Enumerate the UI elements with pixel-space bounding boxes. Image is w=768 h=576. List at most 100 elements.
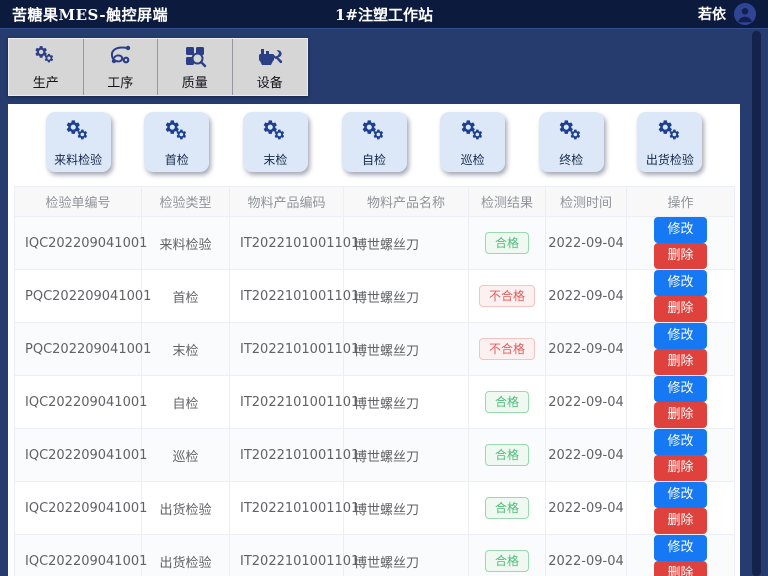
inspection-button-5[interactable]: 终检 bbox=[539, 112, 604, 172]
cell-date: 2022-09-04 bbox=[546, 270, 627, 323]
app-title: 苦糖果MES-触控屏端 bbox=[12, 4, 168, 25]
inspection-button-0[interactable]: 来料检验 bbox=[46, 112, 111, 172]
delete-button[interactable]: 删除 bbox=[654, 296, 706, 322]
cell-material-name: 博世螺丝刀 bbox=[344, 323, 469, 376]
inspection-button-4[interactable]: 巡检 bbox=[440, 112, 505, 172]
tab-production[interactable]: 生产 bbox=[9, 39, 84, 95]
inspection-button-label: 首检 bbox=[165, 151, 189, 168]
inspection-button-1[interactable]: 首检 bbox=[144, 112, 209, 172]
cell-material-name: 博世螺丝刀 bbox=[344, 217, 469, 270]
cell-inspection-type: 出货检验 bbox=[142, 535, 230, 576]
pass-badge: 合格 bbox=[485, 391, 529, 413]
table-row: PQC202209041001首检IT2022101001101博世螺丝刀不合格… bbox=[15, 270, 735, 323]
column-header: 检测结果 bbox=[469, 187, 546, 217]
column-header: 检验单编号 bbox=[15, 187, 142, 217]
inspection-button-row: 来料检验 首检 末检 自检 bbox=[8, 112, 740, 180]
edit-button[interactable]: 修改 bbox=[654, 376, 706, 402]
table-row: PQC202209041001末检IT2022101001101博世螺丝刀不合格… bbox=[15, 323, 735, 376]
cell-date: 2022-09-04 bbox=[546, 376, 627, 429]
username: 若依 bbox=[698, 4, 726, 24]
content-panel: 来料检验 首检 末检 自检 bbox=[8, 104, 740, 576]
edit-button[interactable]: 修改 bbox=[654, 323, 706, 349]
cell-result: 合格 bbox=[469, 482, 546, 535]
pass-badge: 合格 bbox=[485, 497, 529, 519]
cell-result: 不合格 bbox=[469, 323, 546, 376]
inspection-button-2[interactable]: 末检 bbox=[243, 112, 308, 172]
cell-material-code: IT2022101001101 bbox=[230, 535, 344, 576]
inspection-table-wrap: 检验单编号检验类型物料产品编码物料产品名称检测结果检测时间操作 IQC20220… bbox=[14, 186, 734, 576]
cell-date: 2022-09-04 bbox=[546, 217, 627, 270]
edit-button[interactable]: 修改 bbox=[654, 270, 706, 296]
edit-button[interactable]: 修改 bbox=[654, 535, 706, 561]
cell-inspection-type: 巡检 bbox=[142, 429, 230, 482]
cell-actions: 修改删除 bbox=[627, 482, 735, 535]
cell-actions: 修改删除 bbox=[627, 323, 735, 376]
tab-equipment[interactable]: 设备 bbox=[233, 39, 308, 95]
inspection-button-3[interactable]: 自检 bbox=[342, 112, 407, 172]
column-header: 物料产品名称 bbox=[344, 187, 469, 217]
double-gear-icon bbox=[163, 118, 191, 151]
cell-result: 合格 bbox=[469, 376, 546, 429]
column-header: 物料产品编码 bbox=[230, 187, 344, 217]
delete-button[interactable]: 删除 bbox=[654, 349, 706, 375]
inspection-button-label: 自检 bbox=[362, 151, 386, 168]
delete-button[interactable]: 删除 bbox=[654, 402, 706, 428]
cell-actions: 修改删除 bbox=[627, 376, 735, 429]
column-header: 检验类型 bbox=[142, 187, 230, 217]
inspection-button-label: 出货检验 bbox=[646, 151, 694, 168]
double-gear-icon bbox=[459, 118, 487, 151]
cell-actions: 修改删除 bbox=[627, 429, 735, 482]
cell-material-name: 博世螺丝刀 bbox=[344, 535, 469, 576]
cell-material-code: IT2022101001101 bbox=[230, 376, 344, 429]
tab-label: 设备 bbox=[257, 72, 283, 91]
cell-result: 合格 bbox=[469, 429, 546, 482]
user-area[interactable]: 若依 bbox=[698, 3, 756, 25]
cell-inspection-type: 自检 bbox=[142, 376, 230, 429]
double-gear-icon bbox=[656, 118, 684, 151]
page-scrollbar[interactable] bbox=[752, 31, 761, 576]
double-gear-icon bbox=[64, 118, 92, 151]
cell-material-code: IT2022101001101 bbox=[230, 270, 344, 323]
user-avatar-icon[interactable] bbox=[734, 3, 756, 25]
cell-result: 合格 bbox=[469, 217, 546, 270]
delete-button[interactable]: 删除 bbox=[654, 455, 706, 481]
double-gear-icon bbox=[360, 118, 388, 151]
cell-result: 合格 bbox=[469, 535, 546, 576]
cell-result: 不合格 bbox=[469, 270, 546, 323]
delete-button[interactable]: 删除 bbox=[654, 561, 706, 576]
edit-button[interactable]: 修改 bbox=[654, 429, 706, 455]
cell-material-name: 博世螺丝刀 bbox=[344, 482, 469, 535]
table-header-row: 检验单编号检验类型物料产品编码物料产品名称检测结果检测时间操作 bbox=[15, 187, 735, 217]
inspection-button-6[interactable]: 出货检验 bbox=[637, 112, 702, 172]
inspection-button-label: 终检 bbox=[559, 151, 583, 168]
nav-tab-strip: 生产 工序 质量 bbox=[8, 38, 308, 96]
cell-material-name: 博世螺丝刀 bbox=[344, 376, 469, 429]
cell-material-name: 博世螺丝刀 bbox=[344, 429, 469, 482]
tab-quality[interactable]: 质量 bbox=[158, 39, 233, 95]
table-row: IQC202209041001出货检验IT2022101001101博世螺丝刀合… bbox=[15, 535, 735, 576]
cell-date: 2022-09-04 bbox=[546, 429, 627, 482]
cell-inspection-type: 出货检验 bbox=[142, 482, 230, 535]
cell-inspection-id: IQC202209041001 bbox=[15, 429, 142, 482]
top-bar: 苦糖果MES-触控屏端 1#注塑工作站 若依 bbox=[0, 0, 768, 29]
table-body: IQC202209041001来料检验IT2022101001101博世螺丝刀合… bbox=[15, 217, 735, 576]
delete-button[interactable]: 删除 bbox=[654, 508, 706, 534]
cell-actions: 修改删除 bbox=[627, 535, 735, 576]
cell-material-code: IT2022101001101 bbox=[230, 482, 344, 535]
column-header: 操作 bbox=[627, 187, 735, 217]
pass-badge: 合格 bbox=[485, 232, 529, 254]
cell-material-code: IT2022101001101 bbox=[230, 323, 344, 376]
tab-label: 工序 bbox=[107, 72, 133, 91]
delete-button[interactable]: 删除 bbox=[654, 243, 706, 269]
cell-inspection-type: 来料检验 bbox=[142, 217, 230, 270]
cell-inspection-id: IQC202209041001 bbox=[15, 376, 142, 429]
cell-inspection-id: IQC202209041001 bbox=[15, 217, 142, 270]
column-header: 检测时间 bbox=[546, 187, 627, 217]
edit-button[interactable]: 修改 bbox=[654, 217, 706, 243]
cell-date: 2022-09-04 bbox=[546, 482, 627, 535]
edit-button[interactable]: 修改 bbox=[654, 482, 706, 508]
table-row: IQC202209041001来料检验IT2022101001101博世螺丝刀合… bbox=[15, 217, 735, 270]
cell-inspection-id: PQC202209041001 bbox=[15, 270, 142, 323]
equipment-wrench-icon bbox=[257, 44, 283, 68]
tab-process[interactable]: 工序 bbox=[84, 39, 159, 95]
